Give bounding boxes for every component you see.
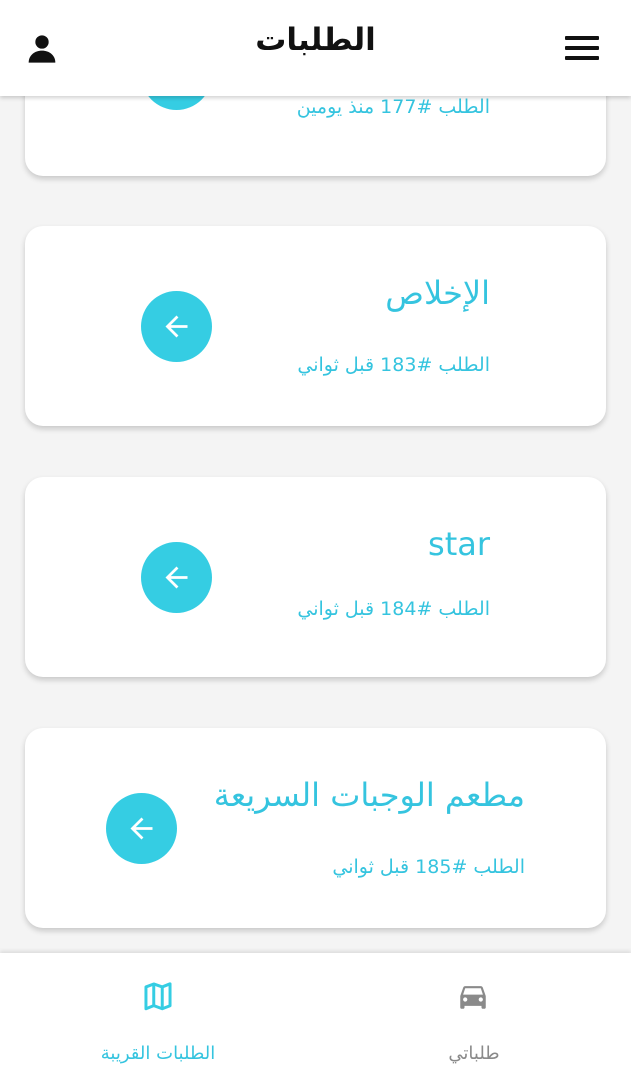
- open-order-button[interactable]: [106, 793, 177, 864]
- nav-label: الطلبات القريبة: [100, 1043, 216, 1064]
- app-header: الطلبات: [0, 0, 631, 96]
- open-order-button[interactable]: [141, 542, 212, 613]
- arrow-left-icon: [130, 817, 153, 840]
- nav-label: طلباتي: [448, 1043, 500, 1064]
- order-restaurant-name: مطعم الوجبات السريعة: [213, 776, 525, 814]
- arrow-left-icon: [165, 566, 188, 589]
- order-restaurant-name: star: [428, 525, 490, 563]
- order-list[interactable]: الطلب #177 منذ يومين الإخلاص الطلب #183 …: [0, 0, 631, 953]
- car-icon: [455, 979, 491, 1013]
- nav-item-my-orders[interactable]: طلباتي: [316, 953, 631, 1080]
- nav-item-nearby-orders[interactable]: الطلبات القريبة: [0, 953, 316, 1080]
- arrow-left-icon: [165, 315, 188, 338]
- menu-icon[interactable]: [565, 36, 599, 62]
- map-icon: [140, 979, 176, 1013]
- bottom-nav: الطلبات القريبة طلباتي: [0, 953, 631, 1080]
- orders-screen: الطلب #177 منذ يومين الإخلاص الطلب #183 …: [0, 0, 631, 1080]
- order-meta: الطلب #185 قبل ثواني: [332, 856, 525, 878]
- order-meta: الطلب #177 منذ يومين: [296, 96, 490, 118]
- order-meta: الطلب #183 قبل ثواني: [297, 354, 490, 376]
- order-meta: الطلب #184 قبل ثواني: [297, 598, 490, 620]
- order-card[interactable]: مطعم الوجبات السريعة الطلب #185 قبل ثوان…: [25, 728, 606, 928]
- page-title: الطلبات: [255, 22, 376, 58]
- order-card[interactable]: star الطلب #184 قبل ثواني: [25, 477, 606, 677]
- order-card[interactable]: الإخلاص الطلب #183 قبل ثواني: [25, 226, 606, 426]
- open-order-button[interactable]: [141, 291, 212, 362]
- order-restaurant-name: الإخلاص: [385, 274, 490, 312]
